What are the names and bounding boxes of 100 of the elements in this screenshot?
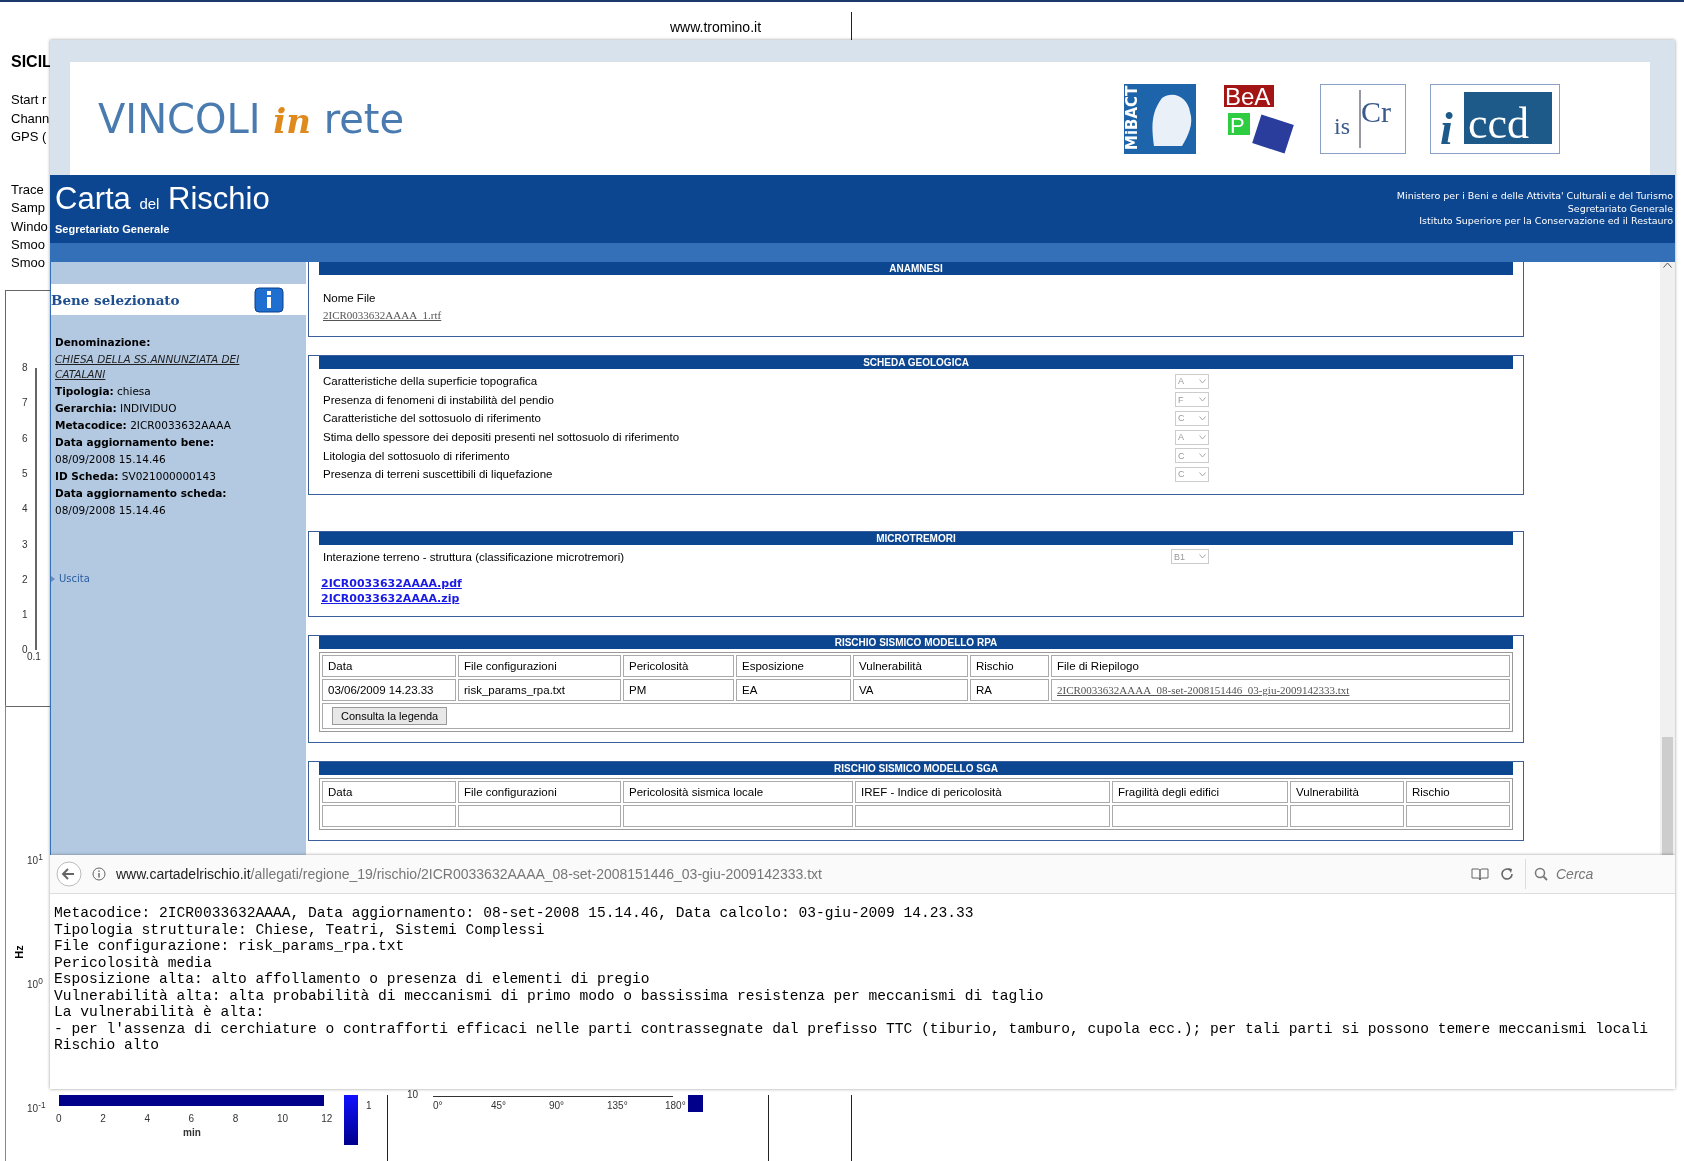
- tick-label: 5: [22, 467, 28, 479]
- section-header: MICROTREMORI: [319, 531, 1513, 545]
- column-header: Vulnerabilità: [1290, 781, 1404, 804]
- site-title: Carta del Rischio: [55, 183, 270, 218]
- text-line: Pericolosità media: [54, 954, 213, 971]
- logo: MiBACT: [1124, 83, 1196, 154]
- search-field[interactable]: Cerca: [1554, 865, 1668, 883]
- field-label: Presenza di terreni suscettibili di liquefazione: [323, 468, 554, 481]
- logo: is Cr: [1320, 83, 1406, 154]
- text-line: - per l'assenza di cerchiature o contrafforti efficaci nelle parti contrassegnate dal prefisso TTC (tiburio, tamburo, cupola ecc.); per tali parti si possono temere meccanismi locali: [54, 1020, 1649, 1037]
- chevron-icon: [1199, 554, 1206, 560]
- column-header: Rischio: [1406, 781, 1510, 804]
- column-header: Fragilità degli edifici: [1112, 781, 1288, 804]
- info-text: Chann: [11, 110, 50, 126]
- text-line: La vulnerabilità è alta:: [54, 1004, 266, 1021]
- column-header: File di Riepilogo: [1051, 655, 1510, 678]
- tick-label: 2: [100, 1113, 106, 1124]
- exit-link[interactable]: Uscita: [59, 573, 90, 584]
- field-label: Presenza di fenomeni di instabilità del pendio: [323, 393, 555, 406]
- legend-button[interactable]: Consulta la legenda: [332, 707, 448, 726]
- field-label: Caratteristiche del sottosuolo di riferimento: [323, 412, 542, 425]
- info-text: Smoo: [11, 255, 45, 271]
- text-line: Vulnerabilità alta: alta probabilità di meccanismi di primo modo o bassissima resistenza per meccanismi di taglio: [54, 987, 1045, 1004]
- file-link[interactable]: 2ICR0033632AAAA.zip: [321, 592, 460, 606]
- axis-title: Hz: [12, 945, 25, 959]
- bullet-icon: [51, 575, 55, 582]
- file-link[interactable]: 2ICR0033632AAAA.pdf: [321, 577, 462, 591]
- scrollbar-thumb[interactable]: [1662, 737, 1673, 855]
- tick-label: 4: [144, 1113, 150, 1124]
- field-value: 2ICR0033632AAAA: [130, 419, 231, 431]
- subtitle: Segretariato Generale: [55, 223, 171, 235]
- text-line: File configurazione: risk_params_rpa.txt: [54, 938, 406, 955]
- item-link[interactable]: CHIESA DELLA SS.ANNUNZIATA DEI CATALANI: [55, 352, 282, 382]
- field-label: Nome File: [323, 291, 377, 306]
- column-header: Vulnerabilità: [853, 655, 968, 678]
- logo: i ccd: [1430, 83, 1560, 154]
- chevron-icon: [1199, 434, 1206, 440]
- tick-label: 8: [232, 1113, 239, 1124]
- tick-label: 0°: [433, 1100, 443, 1111]
- section-header: SCHEDA GEOLOGICA: [319, 356, 1513, 369]
- column-header: Pericolosità: [623, 655, 734, 678]
- site-logo: VINCOLI in rete: [98, 95, 405, 142]
- text-line: Metacodice: 2ICR0033632AAAA, Data aggiornamento: 08-set-2008 15.14.46, Data calcolo: 03-giu-2009 14.23.33: [54, 905, 975, 922]
- column-header: File configurazioni: [458, 781, 621, 804]
- institution-name: Segretariato Generale: [1566, 202, 1673, 216]
- chevron-icon: [1199, 397, 1206, 403]
- arrow-up-icon: [1663, 262, 1672, 268]
- axis-label: 10$^{0}$: [27, 976, 43, 991]
- panel-title: Bene selezionato: [51, 291, 180, 308]
- tick-label: 0: [22, 644, 28, 656]
- color-scale: [344, 1095, 358, 1145]
- institution-name: Ministero per i Beni e delle Attivita' Culturali e del Turismo: [1396, 190, 1673, 203]
- field-label: Stima dello spessore dei depositi presenti nel sottosuolo di riferimento: [323, 431, 681, 444]
- site-url: www.tromino.it: [670, 19, 762, 35]
- file-link[interactable]: 2ICR0033632AAAA_1.rtf: [323, 307, 1509, 324]
- chevron-icon: [1199, 378, 1206, 384]
- info-text: Smoo: [11, 236, 45, 252]
- section-header: ANAMNESI: [319, 262, 1513, 275]
- tick-label: 7: [22, 397, 28, 409]
- info-text: Start r: [11, 92, 47, 107]
- tick-label: 1: [366, 1100, 372, 1111]
- text-line: Rischio alto: [54, 1037, 161, 1054]
- tick-label: 1: [22, 609, 28, 621]
- tick-label: 10: [407, 1090, 419, 1100]
- column-header: Pericolosità sismica locale: [623, 781, 853, 804]
- tick-label: 8: [22, 362, 28, 373]
- table-cell: PM: [623, 679, 734, 702]
- tick-label: 0: [56, 1113, 62, 1124]
- field-label: Interazione terreno - struttura (classificazione microtremori): [323, 550, 626, 563]
- column-header: Data: [322, 781, 456, 804]
- text-line: Esposizione alta: alto affollamento o presenza di elementi di pregio: [54, 971, 651, 988]
- column-header: Data: [322, 655, 456, 678]
- tick-label: 180°: [665, 1100, 686, 1111]
- info-text: Samp: [11, 200, 45, 216]
- address-field[interactable]: www.cartadelrischio.it/allegati/regione_19/rischio/2ICR0033632AAAA_08-set-2008151446_03-giu-2009142333.txt: [116, 866, 1461, 882]
- field-label: Litologia del sottosuolo di riferimento: [323, 449, 511, 462]
- field-label: Data aggiornamento bene:: [55, 435, 216, 450]
- tick-label: 3: [22, 538, 28, 550]
- logo: BeA P: [1220, 82, 1296, 155]
- info-text: Trace: [11, 182, 44, 197]
- heading: SICIL: [11, 53, 52, 71]
- table-cell: RA: [970, 679, 1049, 702]
- search-icon: [1534, 867, 1548, 881]
- table-cell: risk_params_rpa.txt: [458, 679, 621, 702]
- text-line: Tipologia strutturale: Chiese, Teatri, Sistemi Complessi: [54, 921, 546, 938]
- field-value: INDIVIDUO: [120, 402, 177, 414]
- field-value: 08/09/2008 15.14.46: [55, 503, 167, 518]
- field-label: Data aggiornamento scheda:: [55, 486, 228, 501]
- color-swatch: [688, 1095, 703, 1112]
- field-value: 08/09/2008 15.14.46: [55, 452, 167, 467]
- tick-label: 0.1: [27, 651, 41, 662]
- tick-label: 4: [22, 503, 28, 515]
- tick-label: 10: [277, 1113, 289, 1124]
- tick-label: 135°: [607, 1100, 628, 1111]
- table-cell: VA: [853, 679, 968, 702]
- field-label: Gerarchia:: [55, 402, 117, 414]
- tick-label: 6: [188, 1113, 195, 1124]
- tick-label: 12: [321, 1113, 333, 1124]
- column-header: Esposizione: [736, 655, 851, 678]
- field-label: Tipologia:: [55, 385, 114, 397]
